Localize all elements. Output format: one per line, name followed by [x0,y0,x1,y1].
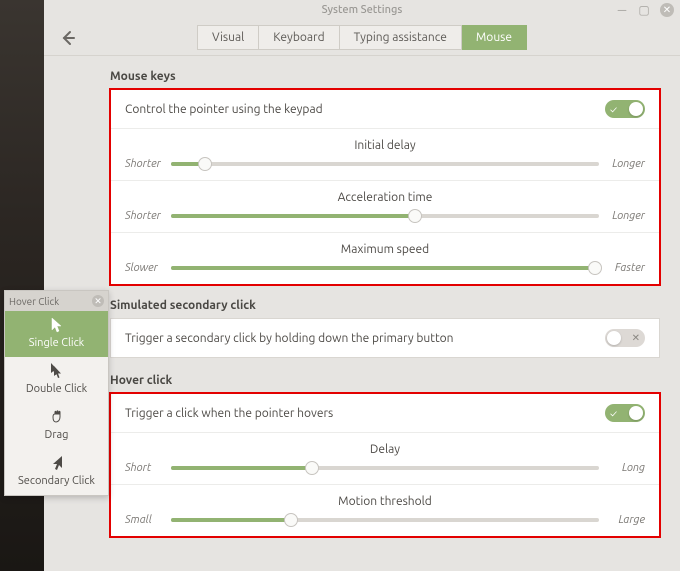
titlebar: System Settings ─ ▢ ✕ [44,0,680,20]
acceleration-label: Acceleration time [125,191,645,204]
slider-min-label: Shorter [125,210,163,222]
slider-min-label: Short [125,462,163,474]
control-pointer-toggle[interactable]: ✓ [605,100,645,118]
palette-drag[interactable]: Drag [5,403,108,449]
tab-visual[interactable]: Visual [197,25,259,50]
palette-secondary-click[interactable]: Secondary Click [5,449,108,495]
acceleration-slider[interactable] [171,214,599,218]
slider-thumb[interactable] [408,209,422,223]
toggle-knob [607,331,621,345]
slider-min-label: Shorter [125,158,163,170]
palette-double-click[interactable]: Double Click [5,357,108,403]
secondary-click-panel: Trigger a secondary click by holding dow… [110,318,660,358]
slider-min-label: Slower [125,262,163,274]
slider-max-label: Longer [607,210,645,222]
palette-item-label: Drag [45,429,69,441]
content-area: Mouse keys Control the pointer using the… [44,56,680,571]
hover-click-palette: Hover Click ✕ Single Click Double Click … [4,290,109,496]
hover-trigger-label: Trigger a click when the pointer hovers [125,407,333,420]
mouse-keys-heading: Mouse keys [110,70,670,83]
slider-max-label: Long [607,462,645,474]
palette-close-icon[interactable]: ✕ [92,295,104,307]
tab-keyboard[interactable]: Keyboard [259,25,339,50]
slider-max-label: Faster [607,262,645,274]
max-speed-slider[interactable] [171,266,599,270]
x-icon: ✕ [632,332,640,344]
toggle-knob [629,102,643,116]
minimize-icon[interactable]: ─ [616,4,628,16]
cursor-secondary-icon [49,455,65,471]
slider-thumb[interactable] [588,261,602,275]
hover-click-heading: Hover click [110,374,670,387]
settings-window: System Settings ─ ▢ ✕ Visual Keyboard Ty… [44,0,680,571]
tab-mouse[interactable]: Mouse [462,25,527,50]
initial-delay-slider[interactable] [171,162,599,166]
window-title: System Settings [322,4,403,16]
secondary-trigger-label: Trigger a secondary click by holding dow… [125,332,454,345]
tab-typing-assistance[interactable]: Typing assistance [340,25,462,50]
palette-single-click[interactable]: Single Click [5,311,108,357]
hover-trigger-toggle[interactable]: ✓ [605,404,645,422]
cursor-icon [49,317,65,333]
palette-titlebar[interactable]: Hover Click ✕ [5,291,108,311]
palette-item-label: Double Click [26,383,87,395]
check-icon: ✓ [610,408,617,419]
hover-click-panel: Trigger a click when the pointer hovers … [110,393,660,537]
hover-delay-slider[interactable] [171,466,599,470]
initial-delay-label: Initial delay [125,139,645,152]
control-pointer-label: Control the pointer using the keypad [125,103,323,116]
close-icon[interactable]: ✕ [660,3,674,17]
hand-drag-icon [49,409,65,425]
hover-delay-label: Delay [125,443,645,456]
slider-thumb[interactable] [198,157,212,171]
slider-max-label: Longer [607,158,645,170]
motion-threshold-label: Motion threshold [125,495,645,508]
max-speed-label: Maximum speed [125,243,645,256]
slider-thumb[interactable] [305,461,319,475]
motion-threshold-slider[interactable] [171,518,599,522]
palette-item-label: Secondary Click [18,475,95,487]
palette-title: Hover Click [9,296,59,307]
tab-bar: Visual Keyboard Typing assistance Mouse [44,20,680,56]
back-button[interactable] [58,28,78,48]
check-icon: ✓ [610,104,617,115]
slider-min-label: Small [125,514,163,526]
secondary-trigger-toggle[interactable]: ✕ [605,329,645,347]
slider-thumb[interactable] [284,513,298,527]
cursor-double-icon [49,363,65,379]
mouse-keys-panel: Control the pointer using the keypad ✓ I… [110,89,660,285]
secondary-click-heading: Simulated secondary click [110,299,670,312]
toggle-knob [629,406,643,420]
maximize-icon[interactable]: ▢ [638,4,650,16]
slider-max-label: Large [607,514,645,526]
palette-item-label: Single Click [29,337,84,349]
arrow-left-icon [58,28,78,48]
